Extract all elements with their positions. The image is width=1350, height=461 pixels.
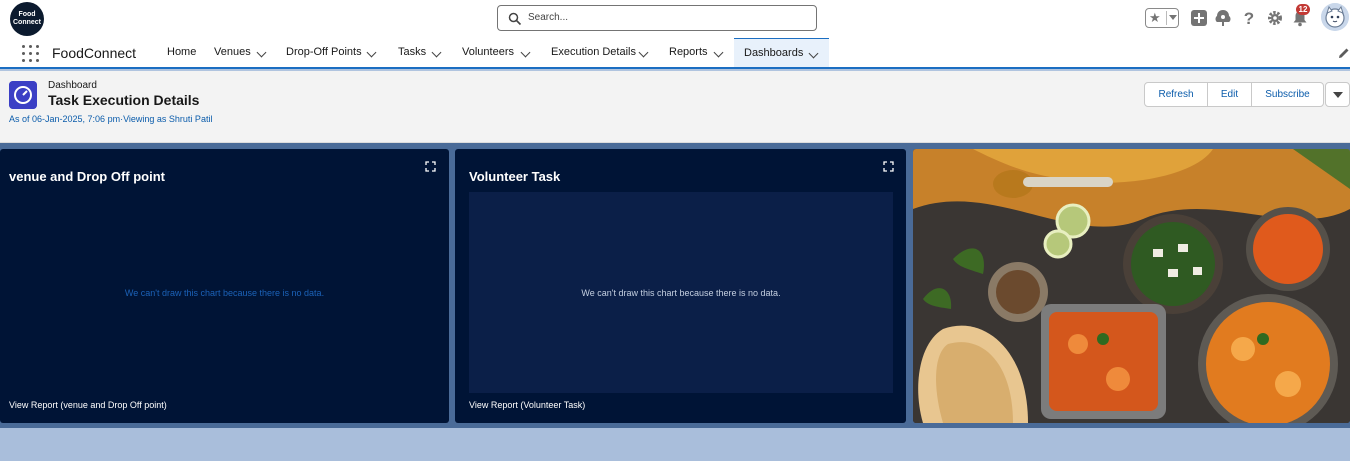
page-header: Dashboard Task Execution Details As of 0…	[0, 71, 1350, 143]
chevron-down-icon[interactable]	[256, 47, 267, 58]
chevron-down-icon[interactable]	[520, 47, 531, 58]
food-image-widget	[913, 149, 1350, 423]
subscribe-button[interactable]: Subscribe	[1252, 83, 1323, 106]
widget-volunteer-task: Volunteer Task We can't draw this chart …	[455, 149, 906, 423]
avatar-icon	[1321, 3, 1349, 31]
nav-item-label: Execution Details	[551, 46, 636, 58]
widget-title: Volunteer Task	[469, 169, 561, 184]
subscribe-button-label: Subscribe	[1265, 89, 1310, 100]
app-name: FoodConnect	[52, 45, 137, 61]
global-header: Food Connect Search... ★ ? 12	[0, 0, 1350, 38]
nav-item-execution-details[interactable]: Execution Details	[541, 38, 659, 67]
edit-button[interactable]: Edit	[1208, 83, 1252, 106]
nav-item-venues[interactable]: Venues	[204, 38, 277, 67]
nav-item-reports[interactable]: Reports	[659, 38, 734, 67]
search-input[interactable]: Search...	[497, 5, 817, 31]
widget-title: venue and Drop Off point	[9, 169, 165, 184]
chevron-down-icon[interactable]	[366, 47, 377, 58]
refresh-button-label: Refresh	[1158, 89, 1194, 100]
empty-chart-message: We can't draw this chart because there i…	[124, 288, 325, 298]
nav-item-label: Volunteers	[462, 46, 514, 58]
nav-item-label: Tasks	[398, 46, 427, 58]
view-report-link[interactable]: View Report (Volunteer Task)	[469, 400, 585, 410]
chevron-down-icon[interactable]	[431, 47, 442, 58]
empty-chart-message: We can't draw this chart because there i…	[581, 288, 781, 298]
expand-icon[interactable]	[425, 161, 436, 172]
nav-item-label: Reports	[669, 46, 708, 58]
refresh-button[interactable]: Refresh	[1145, 83, 1208, 106]
expand-icon[interactable]	[883, 161, 894, 172]
more-actions-button[interactable]	[1325, 82, 1350, 107]
widget-venue-drop-off: venue and Drop Off point We can't draw t…	[0, 149, 449, 423]
app-navbar: FoodConnect Home Venues Drop-Off Points …	[0, 38, 1350, 69]
nav-item-label: Venues	[214, 46, 251, 58]
edit-nav-icon[interactable]	[1338, 47, 1350, 59]
chevron-down-icon[interactable]	[808, 48, 819, 59]
nav-item-label: Home	[167, 46, 197, 58]
nav-item-drop-off-points[interactable]: Drop-Off Points	[276, 38, 388, 67]
logo-text: Food Connect	[13, 11, 41, 26]
nav-item-label: Drop-Off Points	[286, 46, 362, 58]
dashboard-actions: Refresh Edit Subscribe	[1144, 82, 1324, 107]
add-icon[interactable]	[1190, 9, 1208, 27]
search-icon	[508, 12, 522, 26]
nav-item-tasks[interactable]: Tasks	[388, 38, 452, 67]
avatar[interactable]	[1321, 3, 1349, 31]
chevron-down-icon	[1333, 92, 1343, 98]
nav-item-dashboards[interactable]: Dashboards	[734, 38, 829, 67]
search-placeholder: Search...	[528, 12, 569, 23]
favorites-button[interactable]: ★	[1145, 8, 1179, 28]
dashboard-canvas: venue and Drop Off point We can't draw t…	[0, 143, 1350, 461]
indian-food-image	[913, 149, 1350, 423]
trailhead-icon[interactable]	[1214, 9, 1232, 27]
help-icon[interactable]: ?	[1240, 9, 1258, 27]
dashboard-icon	[9, 81, 37, 109]
nav-item-volunteers[interactable]: Volunteers	[452, 38, 541, 67]
nav-item-home[interactable]: Home	[157, 38, 203, 67]
app-launcher-icon[interactable]	[22, 45, 39, 62]
chevron-down-icon[interactable]	[713, 47, 724, 58]
page-title: Task Execution Details	[48, 92, 200, 108]
edit-button-label: Edit	[1220, 89, 1239, 100]
divider	[1166, 11, 1167, 25]
page-eyebrow: Dashboard	[48, 80, 97, 91]
view-report-link[interactable]: View Report (venue and Drop Off point)	[9, 400, 167, 410]
nav-item-label: Dashboards	[744, 47, 804, 59]
notification-badge: 12	[1296, 4, 1310, 15]
as-of-timestamp: As of 06-Jan-2025, 7:06 pm·Viewing as Sh…	[9, 114, 213, 124]
app-logo[interactable]: Food Connect	[10, 2, 44, 36]
star-icon[interactable]: ★	[1149, 10, 1161, 26]
chevron-down-icon[interactable]	[638, 47, 649, 58]
chevron-down-icon[interactable]	[1169, 15, 1177, 20]
gear-icon[interactable]	[1266, 9, 1284, 27]
svg-text:?: ?	[1244, 9, 1254, 27]
